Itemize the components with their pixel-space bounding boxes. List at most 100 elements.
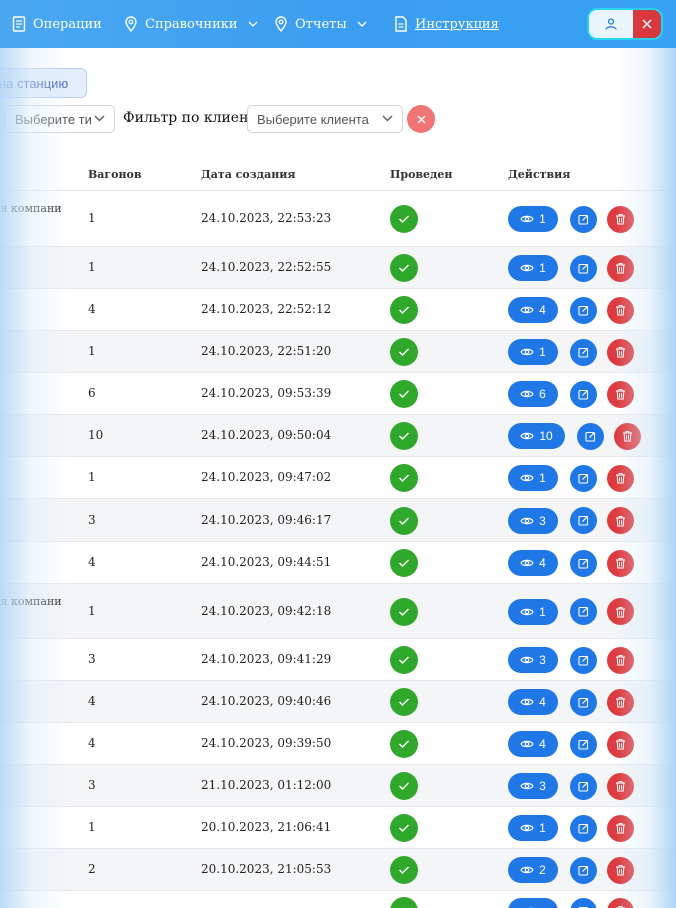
delete-button[interactable] (607, 814, 634, 842)
view-button[interactable]: 6 (508, 381, 558, 407)
delete-button[interactable] (607, 205, 634, 233)
chevron-down-icon (94, 115, 105, 122)
check-icon (399, 782, 409, 790)
view-button[interactable]: 3 (508, 773, 558, 799)
edit-button[interactable] (570, 897, 597, 908)
delete-button[interactable] (614, 422, 641, 450)
trash-icon (616, 865, 625, 876)
eye-icon (520, 656, 534, 664)
delete-button[interactable] (607, 254, 634, 282)
edit-button[interactable] (570, 205, 597, 233)
view-button[interactable] (508, 898, 558, 908)
view-button[interactable]: 4 (508, 550, 558, 576)
close-icon (642, 19, 652, 29)
view-button[interactable]: 4 (508, 689, 558, 715)
edit-button[interactable] (570, 507, 597, 534)
view-count: 6 (539, 387, 546, 401)
delete-button[interactable] (607, 380, 634, 408)
table-row: 2 20.10.2023, 21:05:53 2 (0, 849, 676, 891)
check-icon (399, 348, 409, 356)
close-icon (417, 115, 425, 123)
check-icon (399, 866, 409, 874)
edit-button[interactable] (570, 646, 597, 674)
cell-date: 24.10.2023, 09:53:39 (201, 386, 332, 400)
to-station-button[interactable]: на станцию (0, 68, 87, 98)
cell-wagons: 6 (88, 386, 96, 400)
cell-wagons: 4 (88, 555, 96, 569)
delete-button[interactable] (607, 296, 634, 324)
trash-icon (616, 697, 625, 708)
delete-button[interactable] (607, 338, 634, 366)
view-button[interactable]: 1 (508, 255, 558, 281)
delete-button[interactable] (607, 464, 634, 492)
view-button[interactable]: 1 (508, 206, 558, 232)
view-button[interactable]: 10 (508, 423, 565, 449)
edit-button[interactable] (570, 549, 597, 577)
user-button[interactable] (589, 10, 633, 38)
edit-button[interactable] (570, 464, 597, 492)
edit-button[interactable] (577, 422, 604, 450)
nav-reports[interactable]: Отчеты (274, 0, 367, 48)
edit-button[interactable] (570, 598, 597, 625)
check-icon (399, 264, 409, 272)
edit-icon (578, 347, 589, 358)
view-button[interactable]: 2 (508, 857, 558, 883)
view-count: 1 (539, 345, 546, 359)
edit-button[interactable] (570, 296, 597, 324)
posted-badge (390, 856, 418, 884)
nav-operations[interactable]: Операции (12, 0, 102, 48)
edit-button[interactable] (570, 814, 597, 842)
type-select[interactable]: Выберите ти (5, 105, 115, 133)
top-navbar: Операции Справочники Отчеты Инструкция (0, 0, 676, 48)
posted-badge (390, 254, 418, 282)
cell-date: 24.10.2023, 09:39:50 (201, 736, 332, 750)
cell-wagons: 4 (88, 302, 96, 316)
user-icon (605, 18, 617, 30)
edit-button[interactable] (570, 772, 597, 800)
cell-date: 20.10.2023, 21:06:41 (201, 820, 332, 834)
edit-icon (578, 697, 589, 708)
view-button[interactable]: 3 (508, 647, 558, 673)
nav-references[interactable]: Справочники (124, 0, 258, 48)
edit-button[interactable] (570, 380, 597, 408)
file-icon (395, 16, 407, 32)
delete-button[interactable] (607, 688, 634, 716)
edit-button[interactable] (570, 688, 597, 716)
view-button[interactable]: 3 (508, 507, 558, 534)
cell-wagons: 3 (88, 512, 96, 527)
table-row: 1 24.10.2023, 22:51:20 1 (0, 331, 676, 373)
edit-button[interactable] (570, 254, 597, 282)
client-select[interactable]: Выберите клиента (247, 105, 403, 133)
check-icon (399, 608, 409, 616)
logout-button[interactable] (633, 10, 661, 38)
view-button[interactable]: 1 (508, 815, 558, 841)
nav-operations-label: Операции (33, 16, 102, 32)
edit-button[interactable] (570, 338, 597, 366)
edit-button[interactable] (570, 730, 597, 758)
nav-instructions[interactable]: Инструкция (394, 0, 499, 48)
cell-date: 24.10.2023, 09:46:17 (201, 512, 332, 527)
view-button[interactable]: 1 (508, 465, 558, 491)
posted-badge (390, 814, 418, 842)
delete-button[interactable] (607, 507, 634, 534)
delete-button[interactable] (607, 772, 634, 800)
delete-button[interactable] (607, 549, 634, 577)
trash-icon (616, 214, 625, 225)
view-button[interactable]: 4 (508, 297, 558, 323)
edit-button[interactable] (570, 856, 597, 884)
view-button[interactable]: 1 (508, 339, 558, 365)
delete-button[interactable] (607, 856, 634, 884)
posted-badge (390, 422, 418, 450)
clear-filter-button[interactable] (407, 105, 435, 133)
table-row: 1 20.10.2023, 21:06:41 1 (0, 807, 676, 849)
delete-button[interactable] (607, 897, 634, 908)
header-created: Дата создания (201, 168, 296, 181)
delete-button[interactable] (607, 646, 634, 674)
delete-button[interactable] (607, 598, 634, 625)
delete-button[interactable] (607, 730, 634, 758)
eye-icon (520, 215, 534, 223)
view-button[interactable]: 1 (508, 598, 558, 625)
posted-badge (390, 730, 418, 758)
trash-icon (616, 389, 625, 400)
view-button[interactable]: 4 (508, 731, 558, 757)
